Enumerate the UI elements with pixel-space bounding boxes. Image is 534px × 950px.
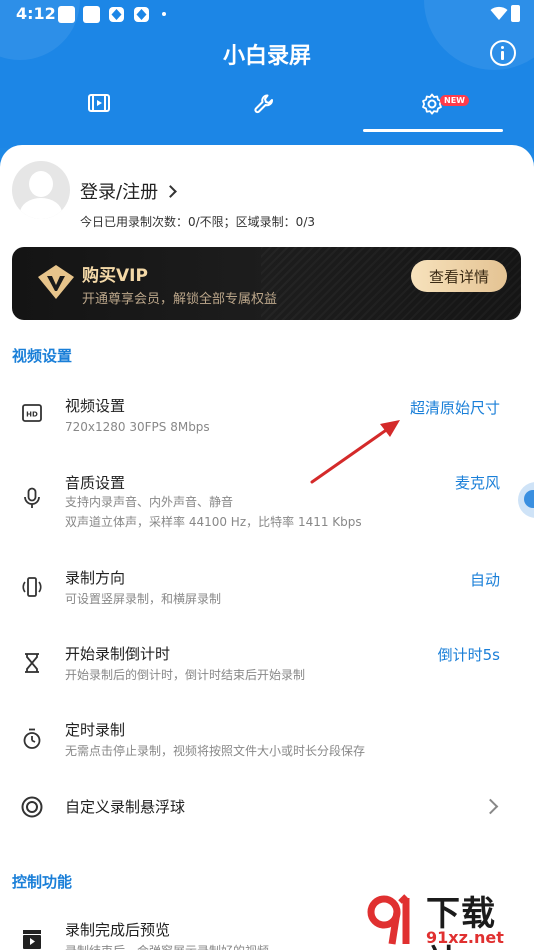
row-subtitle: 双声道立体声，采样率 44100 Hz，比特率 1411 Kbps bbox=[65, 515, 362, 529]
stopwatch-icon bbox=[23, 728, 41, 749]
wrench-icon bbox=[254, 94, 273, 114]
setting-row-countdown[interactable]: 开始录制倒计时 开始录制后的倒计时，倒计时结束后开始录制 倒计时5s bbox=[0, 641, 534, 701]
account-block[interactable]: 登录/注册 今日已用录制次数：0/不限；区域录制：0/3 bbox=[12, 161, 522, 241]
vip-title: 购买VIP bbox=[82, 266, 148, 286]
watermark-logo-icon bbox=[367, 894, 410, 945]
tab-tools[interactable] bbox=[176, 88, 354, 134]
setting-row-video[interactable]: HD 视频设置 720x1280 30FPS 8Mbps 超清原始尺寸 bbox=[0, 385, 534, 451]
notification-square-icon bbox=[83, 6, 100, 23]
hourglass-icon bbox=[25, 653, 39, 673]
more-notifications-dot bbox=[162, 12, 166, 16]
svg-text:HD: HD bbox=[26, 411, 38, 419]
hd-icon: HD bbox=[22, 404, 42, 422]
row-value[interactable]: 麦克风 bbox=[455, 472, 500, 493]
notification-app-icon bbox=[134, 7, 149, 22]
active-tab-indicator bbox=[363, 129, 503, 132]
wifi-icon bbox=[490, 6, 508, 20]
chevron-right-icon bbox=[164, 184, 177, 198]
vip-logo-icon bbox=[38, 265, 74, 299]
battery-icon bbox=[511, 5, 520, 22]
row-title: 视频设置 bbox=[65, 397, 126, 415]
target-icon bbox=[21, 796, 43, 818]
section-title-video: 视频设置 bbox=[12, 347, 73, 365]
row-title: 录制方向 bbox=[65, 569, 126, 587]
row-subtitle: 无需点击停止录制，视频将按照文件大小或时长分段保存 bbox=[65, 744, 366, 758]
setting-row-orientation[interactable]: 录制方向 可设置竖屏录制，和横屏录制 自动 bbox=[0, 563, 534, 623]
row-subtitle: 开始录制后的倒计时，倒计时结束后开始录制 bbox=[65, 668, 306, 682]
microphone-icon bbox=[24, 487, 40, 508]
row-subtitle: 720x1280 30FPS 8Mbps bbox=[65, 420, 210, 434]
vip-banner[interactable]: 购买VIP 开通尊享会员，解锁全部专属权益 查看详情 bbox=[12, 247, 521, 320]
row-title: 音质设置 bbox=[65, 474, 126, 492]
view-details-button[interactable]: 查看详情 bbox=[411, 260, 507, 292]
vip-subtitle: 开通尊享会员，解锁全部专属权益 bbox=[82, 292, 278, 307]
notification-app-icon bbox=[109, 7, 124, 22]
row-subtitle: 可设置竖屏录制，和横屏录制 bbox=[65, 592, 222, 606]
setting-row-audio[interactable]: 音质设置 支持内录声音、内外声音、静音 双声道立体声，采样率 44100 Hz，… bbox=[0, 460, 534, 540]
row-title: 自定义录制悬浮球 bbox=[65, 798, 186, 816]
rotate-phone-icon bbox=[22, 577, 42, 597]
row-title: 定时录制 bbox=[65, 721, 126, 739]
row-value[interactable]: 倒计时5s bbox=[438, 644, 500, 665]
new-badge: NEW bbox=[440, 95, 469, 106]
page-title: 小白录屏 bbox=[222, 44, 311, 69]
avatar[interactable] bbox=[12, 161, 70, 219]
status-bar: 4:12 bbox=[0, 0, 534, 28]
usage-text: 今日已用录制次数：0/不限；区域录制：0/3 bbox=[80, 215, 315, 229]
row-value[interactable]: 自动 bbox=[470, 569, 500, 590]
row-subtitle: 支持内录声音、内外声音、静音 bbox=[65, 495, 234, 509]
row-title: 开始录制倒计时 bbox=[65, 645, 171, 663]
clapperboard-icon bbox=[23, 930, 41, 949]
setting-row-timer[interactable]: 定时录制 无需点击停止录制，视频将按照文件大小或时长分段保存 bbox=[0, 717, 534, 777]
video-list-icon bbox=[88, 94, 110, 112]
info-icon[interactable] bbox=[490, 40, 516, 66]
notification-square-icon bbox=[58, 6, 75, 23]
settings-panel: 登录/注册 今日已用录制次数：0/不限；区域录制：0/3 购买VIP 开通尊享会… bbox=[0, 145, 534, 950]
app-header: 4:12 小白录屏 NEW bbox=[0, 0, 534, 148]
login-label: 登录/注册 bbox=[80, 182, 159, 203]
status-time: 4:12 bbox=[16, 4, 56, 23]
row-value[interactable]: 超清原始尺寸 bbox=[410, 397, 500, 418]
row-title: 录制完成后预览 bbox=[65, 921, 171, 939]
section-title-control: 控制功能 bbox=[12, 873, 73, 891]
watermark-url: 91xz.net bbox=[426, 928, 504, 947]
annotation-arrow bbox=[310, 420, 400, 484]
setting-row-float-ball[interactable]: 自定义录制悬浮球 bbox=[0, 785, 534, 829]
row-subtitle: 录制结束后，会弹窗展示录制好的视频 bbox=[65, 941, 269, 950]
login-register-link[interactable]: 登录/注册 bbox=[80, 178, 177, 204]
tab-videos[interactable] bbox=[10, 88, 188, 134]
watermark: 下载站 91xz.net bbox=[364, 886, 528, 950]
chevron-right-icon bbox=[482, 798, 499, 815]
tab-settings[interactable] bbox=[343, 88, 521, 134]
